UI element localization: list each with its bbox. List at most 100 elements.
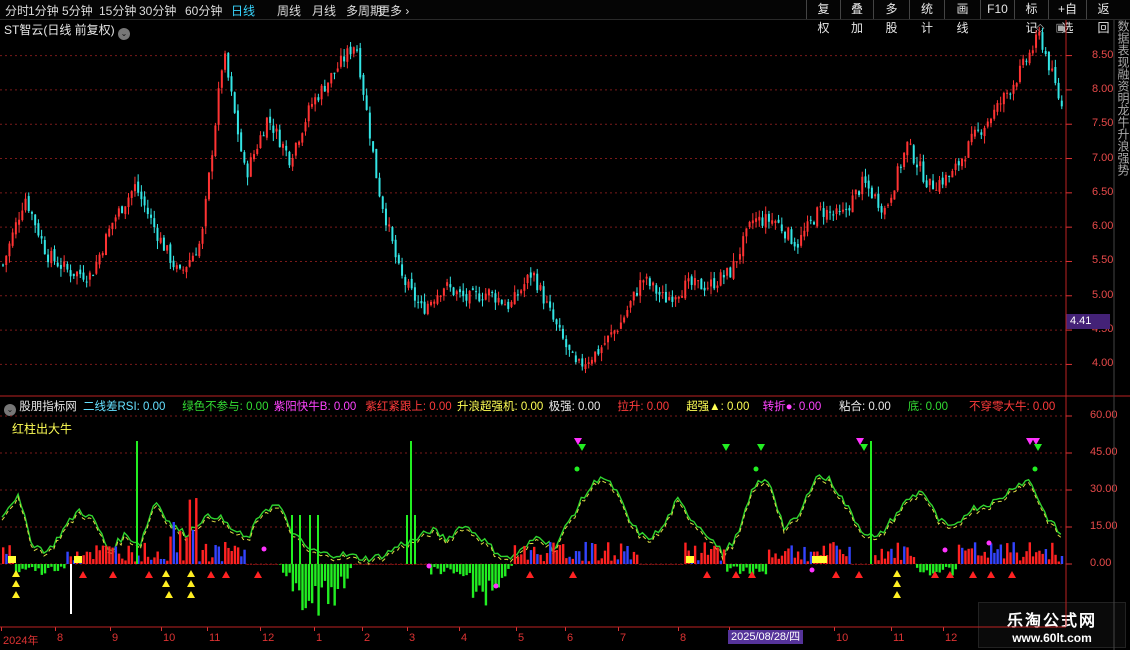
candle-body	[858, 191, 861, 195]
histogram-bar	[298, 564, 301, 591]
histogram-bar	[307, 564, 311, 601]
histogram-bar	[742, 564, 745, 572]
candle-body	[710, 279, 712, 287]
candle-body	[935, 189, 938, 191]
histogram-bar	[838, 549, 842, 564]
histogram-bar	[88, 552, 92, 564]
histogram-bar	[674, 564, 677, 565]
candle-body	[69, 270, 72, 277]
red-up-triangle	[254, 571, 262, 578]
histogram-bar	[964, 550, 967, 564]
histogram-bar	[755, 564, 758, 569]
candle-body	[449, 284, 452, 288]
candle-body	[285, 145, 288, 151]
red-up-triangle	[1008, 571, 1016, 578]
histogram-bar	[777, 558, 780, 564]
histogram-bar	[1009, 552, 1012, 564]
histogram-bar	[259, 564, 262, 565]
histogram-bar	[626, 545, 629, 564]
candle-body	[755, 218, 758, 222]
candle-body	[294, 142, 297, 156]
red-up-triangle	[526, 571, 534, 578]
histogram-bar	[771, 557, 774, 564]
candle-body	[21, 210, 24, 221]
histogram-bar	[989, 543, 993, 564]
candle-body	[1006, 92, 1009, 94]
yellow-up-triangle	[187, 591, 195, 598]
candle-body	[30, 211, 33, 214]
histogram-bar	[346, 564, 349, 579]
down-triangle	[757, 444, 765, 451]
candle-body	[796, 244, 799, 248]
candle-body	[1022, 58, 1025, 65]
candle-body	[809, 219, 812, 221]
histogram-bar	[597, 560, 600, 564]
histogram-bar	[758, 564, 761, 572]
red-up-triangle	[703, 571, 711, 578]
candle-body	[301, 133, 304, 143]
candle-body	[304, 122, 307, 132]
histogram-bar	[1031, 556, 1035, 564]
histogram-bar	[738, 564, 742, 574]
candle-body	[999, 103, 1002, 105]
candle-body	[391, 227, 394, 242]
candle-body	[996, 103, 999, 112]
histogram-bar	[520, 554, 523, 564]
histogram-bar	[1028, 542, 1031, 564]
histogram-bar	[883, 558, 887, 564]
histogram-bar	[484, 564, 488, 606]
candle-body	[526, 274, 529, 284]
histogram-bar	[706, 554, 710, 564]
histogram-bar	[214, 545, 217, 564]
candle-body	[861, 176, 864, 195]
candle-body	[915, 164, 918, 168]
yellow-block	[74, 556, 82, 563]
candle-body	[1012, 84, 1015, 94]
candle-body	[574, 355, 577, 363]
stock-chart[interactable]	[0, 0, 1130, 650]
histogram-bar	[558, 544, 562, 564]
histogram-bar	[195, 498, 198, 564]
histogram-bar	[616, 559, 620, 564]
candle-body	[948, 175, 951, 177]
candle-body	[629, 301, 632, 308]
candle-body	[11, 232, 14, 246]
histogram-bar	[227, 547, 230, 564]
histogram-bar	[2, 547, 5, 564]
candle-body	[1047, 51, 1050, 71]
candle-body	[893, 190, 896, 200]
histogram-bar	[977, 555, 980, 564]
histogram-bar	[735, 564, 739, 567]
histogram-bar	[999, 544, 1003, 564]
histogram-bar	[867, 564, 871, 565]
candle-body	[735, 261, 738, 263]
histogram-bar	[442, 564, 446, 572]
candle-body	[88, 272, 91, 280]
candle-body	[536, 273, 539, 291]
histogram-bar	[533, 546, 536, 564]
candle-body	[397, 255, 400, 264]
histogram-bar	[661, 564, 665, 565]
candle-body	[114, 217, 117, 222]
histogram-bar	[980, 555, 983, 564]
histogram-bar	[648, 564, 652, 565]
candle-body	[127, 197, 130, 208]
candle-body	[259, 135, 262, 149]
histogram-bar	[594, 544, 597, 564]
candle-body	[491, 291, 494, 293]
candle-body	[561, 328, 564, 339]
candle-body	[568, 344, 571, 350]
histogram-bar	[458, 564, 462, 575]
histogram-bar	[652, 564, 655, 565]
yellow-block	[8, 556, 16, 563]
candle-body	[600, 347, 603, 354]
histogram-bar	[848, 546, 851, 564]
histogram-bar	[1018, 560, 1022, 564]
signal-dot	[493, 583, 499, 589]
histogram-bar	[967, 548, 970, 564]
histogram-bar	[719, 560, 723, 564]
histogram-bar	[880, 548, 883, 564]
histogram-bar	[539, 554, 542, 564]
histogram-bar	[716, 547, 719, 564]
histogram-bar	[877, 560, 880, 564]
